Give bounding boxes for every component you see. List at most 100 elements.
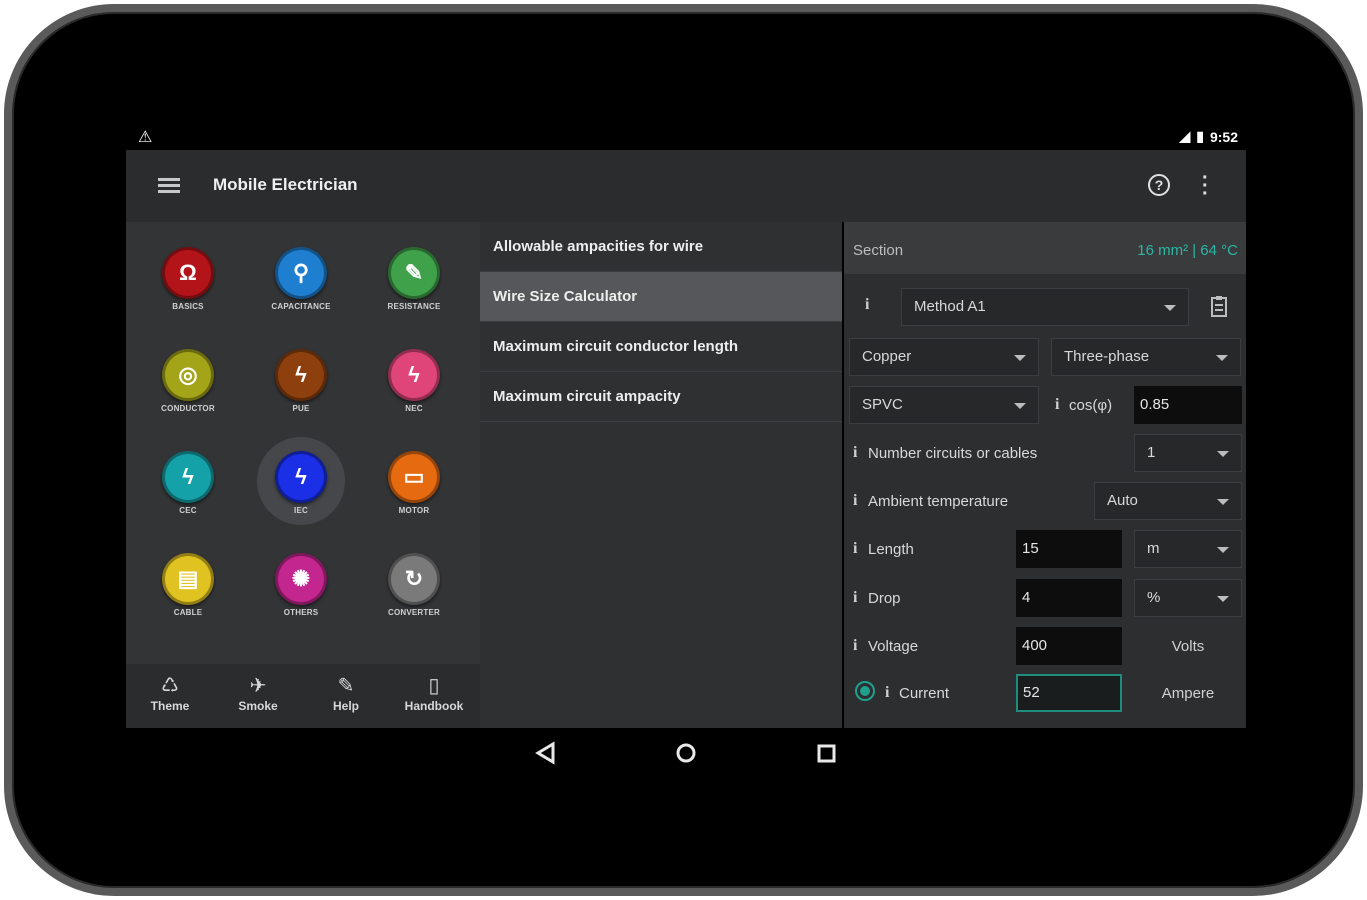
category-tile-basics[interactable]: Ω BASICS [148, 247, 228, 337]
current-radio[interactable] [855, 681, 875, 701]
drop-info-icon[interactable]: i [853, 589, 857, 607]
category-label: RESISTANCE [387, 302, 441, 311]
insulation-dropdown[interactable]: SPVC [849, 386, 1039, 424]
current-unit: Ampere [1161, 685, 1215, 702]
category-tile-cec[interactable]: ϟ CEC [148, 451, 228, 541]
app-title: Mobile Electrician [213, 175, 358, 194]
length-input[interactable]: 15 [1016, 530, 1122, 568]
calculator-list: Allowable ampacities for wire Wire Size C… [480, 222, 842, 728]
nav-item-handbook[interactable]: ▯ Handbook [390, 664, 478, 728]
back-icon[interactable] [535, 741, 555, 765]
drop-input[interactable]: 4 [1016, 579, 1122, 617]
category-label: CONVERTER [387, 608, 441, 617]
wire-size-form: Section 16 mm² | 64 °C i Method A1 Coppe… [844, 222, 1246, 728]
phase-dropdown[interactable]: Three-phase [1051, 338, 1241, 376]
conductor-icon: ◎ [162, 349, 214, 401]
circuits-info-icon[interactable]: i [853, 444, 857, 462]
voltage-unit: Volts [1171, 638, 1205, 655]
category-tile-cable[interactable]: ▤ CABLE [148, 553, 228, 643]
current-input[interactable]: 52 [1016, 674, 1122, 712]
category-tile-capacitance[interactable]: ⚲ CAPACITANCE [261, 247, 341, 337]
cos-input[interactable]: 0.85 [1134, 386, 1242, 424]
bolt-icon: ϟ [275, 451, 327, 503]
omega-icon: Ω [162, 247, 214, 299]
category-label: CEC [179, 506, 197, 515]
current-info-icon[interactable]: i [885, 684, 889, 702]
nav-item-label: Smoke [238, 699, 278, 713]
recents-icon[interactable] [817, 744, 836, 763]
category-tile-motor[interactable]: ▭ MOTOR [374, 451, 454, 541]
calculator-list-item[interactable]: Maximum circuit ampacity [480, 372, 842, 422]
battery-icon: ▮ [1196, 128, 1204, 144]
others-icon: ✺ [275, 553, 327, 605]
home-icon[interactable] [676, 743, 696, 763]
bolt-icon: ϟ [388, 349, 440, 401]
smoke-icon: ✈ [249, 675, 267, 697]
more-options-icon[interactable]: · · · [1202, 168, 1209, 204]
voltage-input[interactable]: 400 [1016, 627, 1122, 665]
screen: ⚠ ◢ ▮ 9:52 Mobile Electrician ? · · · Ω BAS… [126, 120, 1246, 765]
nav-item-label: Help [332, 699, 359, 713]
status-bar: ⚠ ◢ ▮ 9:52 [126, 120, 1246, 150]
clipboard-icon[interactable] [1210, 294, 1230, 318]
category-label: CABLE [173, 608, 203, 617]
method-dropdown[interactable]: Method A1 [901, 288, 1189, 326]
category-tile-nec[interactable]: ϟ NEC [374, 349, 454, 439]
ambient-dropdown[interactable]: Auto [1094, 482, 1242, 520]
cos-label: cos(φ) [1069, 397, 1113, 414]
section-header: Section 16 mm² | 64 °C [844, 222, 1246, 274]
nav-item-help[interactable]: ✎ Help [302, 664, 390, 728]
length-info-icon[interactable]: i [853, 540, 857, 558]
length-unit-dropdown[interactable]: m [1134, 530, 1242, 568]
length-label: Length [868, 541, 914, 558]
drop-unit-dropdown[interactable]: % [1134, 579, 1242, 617]
category-label: CAPACITANCE [271, 302, 331, 311]
category-label: MOTOR [398, 506, 430, 515]
help-edit-icon: ✎ [337, 675, 355, 697]
section-result: 16 mm² | 64 °C [1137, 242, 1238, 259]
category-tile-others[interactable]: ✺ OTHERS [261, 553, 341, 643]
nav-item-theme[interactable]: ♺ Theme [126, 664, 214, 728]
current-label: Current [899, 685, 950, 702]
cos-info-icon[interactable]: i [1055, 396, 1059, 414]
material-dropdown[interactable]: Copper [849, 338, 1039, 376]
section-label: Section [853, 242, 904, 259]
bottom-nav: ♺ Theme ✈ Smoke ✎ Help ▯ Handbook [126, 664, 480, 728]
category-tile-pue[interactable]: ϟ PUE [261, 349, 341, 439]
category-label: OTHERS [283, 608, 319, 617]
method-info-icon[interactable]: i [865, 296, 869, 314]
motor-icon: ▭ [388, 451, 440, 503]
category-label: PUE [292, 404, 310, 413]
calculator-list-item[interactable]: Wire Size Calculator [480, 272, 842, 322]
category-grid: Ω BASICS ⚲ CAPACITANCE ✎ RESISTANCE ◎ CONDUCTOR… [126, 222, 480, 662]
handbook-icon: ▯ [428, 675, 440, 697]
category-tile-iec[interactable]: ϟ IEC [257, 437, 345, 541]
warning-icon: ⚠ [138, 129, 153, 146]
ambient-info-icon[interactable]: i [853, 492, 857, 510]
category-tile-converter[interactable]: ↻ CONVERTER [374, 553, 454, 643]
theme-icon: ♺ [161, 675, 179, 697]
category-tile-conductor[interactable]: ◎ CONDUCTOR [148, 349, 228, 439]
calculator-list-item[interactable]: Allowable ampacities for wire [480, 222, 842, 272]
drop-label: Drop [868, 590, 901, 607]
system-nav-bar [126, 728, 1246, 778]
nav-item-label: Handbook [404, 699, 464, 713]
status-indicators: ◢ ▮ 9:52 [1179, 128, 1238, 145]
nav-item-smoke[interactable]: ✈ Smoke [214, 664, 302, 728]
nav-item-label: Theme [150, 699, 190, 713]
category-tile-resistance[interactable]: ✎ RESISTANCE [374, 247, 454, 337]
cable-icon: ▤ [162, 553, 214, 605]
capacitor-icon: ⚲ [275, 247, 327, 299]
ambient-label: Ambient temperature [868, 493, 1009, 510]
help-icon[interactable]: ? [1148, 174, 1170, 196]
category-label: IEC [294, 506, 308, 515]
resistor-icon: ✎ [388, 247, 440, 299]
circuits-dropdown[interactable]: 1 [1134, 434, 1242, 472]
calculator-list-item[interactable]: Maximum circuit conductor length [480, 322, 842, 372]
voltage-label: Voltage [868, 638, 919, 655]
category-label: NEC [405, 404, 423, 413]
signal-icon: ◢ [1179, 128, 1191, 144]
hamburger-menu-icon[interactable] [158, 178, 180, 194]
category-label: CONDUCTOR [161, 404, 215, 413]
voltage-info-icon[interactable]: i [853, 637, 857, 655]
